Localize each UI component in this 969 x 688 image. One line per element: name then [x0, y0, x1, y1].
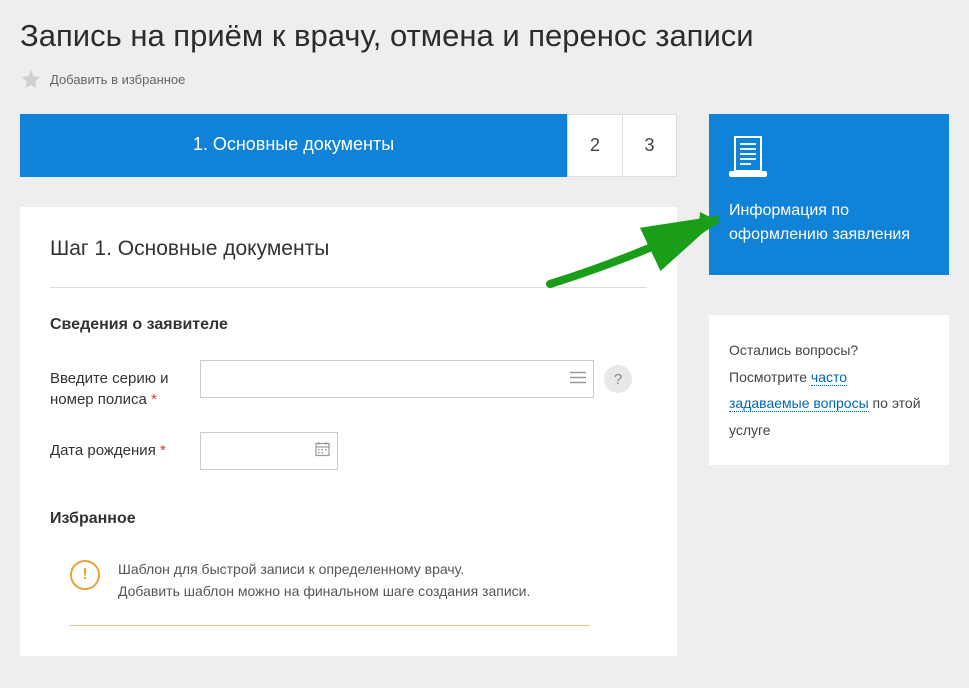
info-card-title: Информация по оформлению заявления	[729, 199, 929, 247]
dob-input-container	[200, 432, 338, 470]
sidebar: Информация по оформлению заявления Остал…	[709, 114, 949, 656]
main-column: 1. Основные документы 2 3 Шаг 1. Основны…	[20, 114, 677, 656]
dob-input[interactable]	[200, 432, 338, 470]
favorites-label: Добавить в избранное	[50, 72, 185, 87]
dob-row: Дата рождения *	[50, 432, 647, 470]
document-icon	[729, 134, 929, 183]
steps-bar: 1. Основные документы 2 3	[20, 114, 677, 177]
page-header: Запись на приём к врачу, отмена и перено…	[0, 0, 969, 98]
favorites-title: Избранное	[50, 510, 647, 528]
favorites-block: Избранное ! Шаблон для быстрой записи к …	[50, 510, 647, 626]
content: 1. Основные документы 2 3 Шаг 1. Основны…	[0, 98, 969, 656]
step-2-tab[interactable]: 2	[567, 114, 622, 177]
step-1-tab[interactable]: 1. Основные документы	[20, 114, 567, 177]
dob-label: Дата рождения *	[50, 432, 200, 461]
policy-input[interactable]	[200, 360, 594, 398]
step-heading: Шаг 1. Основные документы	[50, 237, 647, 288]
policy-row: Введите серию и номер полиса *	[50, 360, 647, 410]
info-card[interactable]: Информация по оформлению заявления	[709, 114, 949, 275]
exclamation-icon: !	[70, 560, 100, 590]
policy-input-wrap: ?	[200, 360, 632, 398]
step-3-tab[interactable]: 3	[622, 114, 677, 177]
hint-box: ! Шаблон для быстрой записи к определенн…	[50, 558, 647, 603]
hint-text: Шаблон для быстрой записи к определенном…	[118, 558, 530, 603]
dob-input-wrap	[200, 432, 338, 470]
applicant-section-title: Сведения о заявителе	[50, 316, 647, 334]
policy-input-container	[200, 360, 594, 398]
hint-divider	[70, 625, 590, 626]
help-button[interactable]: ?	[604, 365, 632, 393]
faq-question: Остались вопросы?	[729, 337, 929, 364]
star-icon	[20, 68, 42, 90]
faq-text: Посмотрите часто задаваемые вопросы по э…	[729, 364, 929, 444]
faq-card: Остались вопросы? Посмотрите часто задав…	[709, 315, 949, 465]
form-panel: Шаг 1. Основные документы Сведения о зая…	[20, 207, 677, 656]
policy-label: Введите серию и номер полиса *	[50, 360, 200, 410]
page-title: Запись на приём к врачу, отмена и перено…	[20, 18, 949, 54]
add-to-favorites[interactable]: Добавить в избранное	[20, 68, 949, 90]
